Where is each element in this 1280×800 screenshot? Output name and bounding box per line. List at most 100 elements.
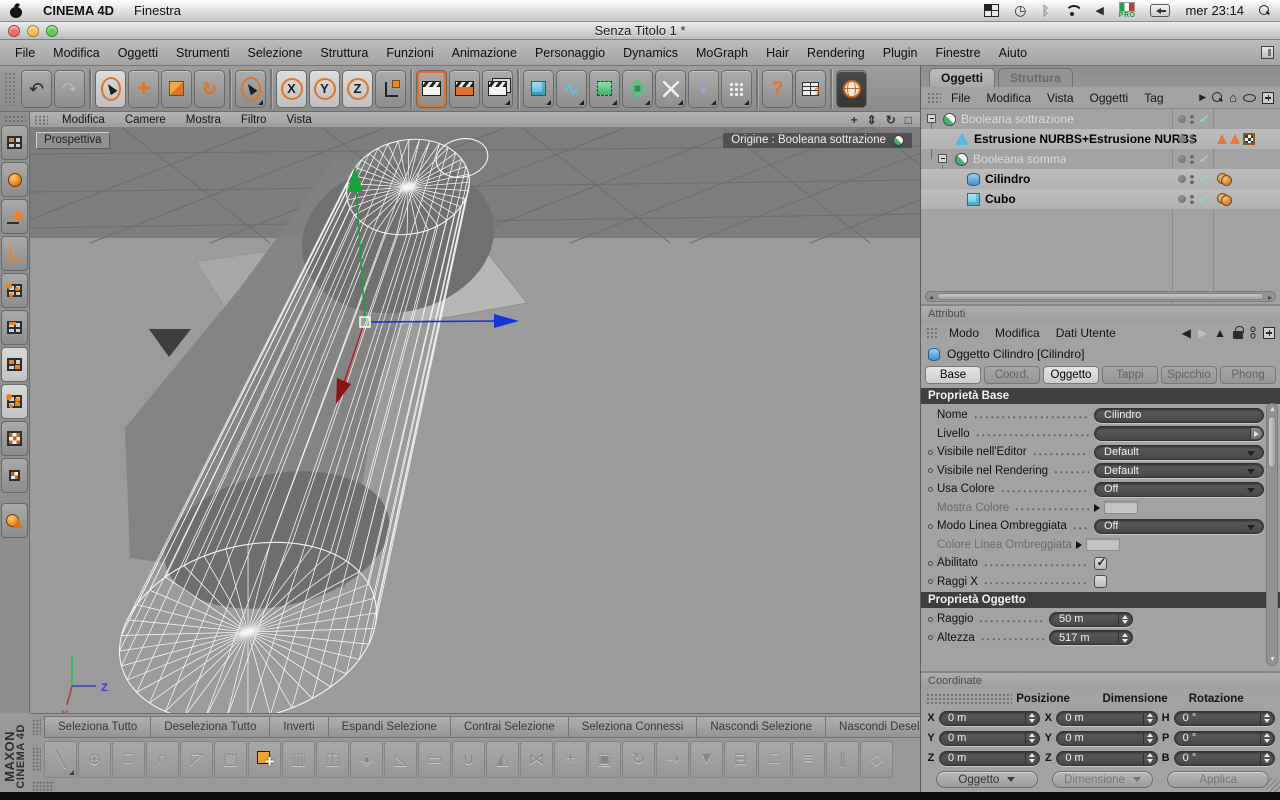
scroll-right-icon[interactable]: ▸ [1268,293,1272,302]
grow-selection-button[interactable]: Espandi Selezione [327,716,451,738]
position-z-input[interactable]: 0 m [939,750,1041,766]
search-icon[interactable] [1212,92,1223,103]
time-machine-icon[interactable]: ◷ [1014,2,1026,19]
viewport-rotate-icon[interactable]: ↻ [886,113,896,127]
nome-input[interactable]: Cilindro [1094,407,1264,423]
tab-oggetti[interactable]: Oggetti [929,68,995,87]
rotation-p-input[interactable]: 0 ° [1173,730,1275,746]
raggi-x-checkbox[interactable] [1094,575,1107,589]
menu-grip[interactable] [926,327,939,338]
hide-unselected-button[interactable]: Nascondi Deselezione [825,716,920,738]
bluetooth-icon[interactable]: ᛒ [1042,3,1050,18]
visibility-dots[interactable] [1190,193,1194,205]
viewport-menu-mostra[interactable]: Mostra [176,114,231,126]
create-polygon-tool-icon[interactable] [248,740,281,778]
add-environment-button[interactable]: ◗ [688,69,719,108]
attr-menu-modifica[interactable]: Modifica [987,326,1048,340]
tab-spicchio[interactable]: Spicchio [1161,366,1217,384]
om-menu-vista[interactable]: Vista [1039,91,1081,105]
split-tool-icon[interactable]: □ [758,740,791,778]
texture-axis-mode-button[interactable] [1,458,28,493]
keyframe-dot[interactable] [928,486,933,492]
phong-tag-icon[interactable] [1217,192,1232,206]
strip-grip[interactable] [32,781,54,791]
dimension-z-input[interactable]: 0 m [1056,750,1158,766]
arch-tool-icon[interactable]: ∩ [146,740,179,778]
om-menu-oggetti[interactable]: Oggetti [1082,91,1137,105]
deselect-all-button[interactable]: Deseleziona Tutto [150,716,271,738]
row-grip[interactable] [32,747,41,771]
viewport-menu-filtro[interactable]: Filtro [231,114,277,126]
add-spline-button[interactable]: ∿ [556,69,587,108]
layer-dot[interactable] [1178,115,1186,123]
scrollbar-thumb[interactable] [1268,416,1276,468]
smoothing-tag-icon[interactable] [1230,134,1240,144]
spinner-arrows-icon[interactable] [1118,613,1131,625]
rotation-b-input[interactable]: 0 ° [1173,750,1275,766]
polygon-mode-button[interactable] [1,347,28,382]
menu-mograph[interactable]: MoGraph [687,46,757,60]
layout-icon[interactable] [1261,46,1274,59]
keyframe-dot[interactable] [928,468,933,474]
help-button[interactable]: ? [762,69,793,108]
object-axis-button[interactable] [1,236,28,271]
menu-selezione[interactable]: Selezione [239,46,312,60]
phong-tag-icon[interactable] [1217,172,1232,186]
tree-row-booleana-somma[interactable]: Booleana somma ✓ [921,149,1280,169]
row-grip[interactable] [32,719,41,735]
home-icon[interactable]: ⌂ [1229,91,1237,104]
menu-aiuto[interactable]: Aiuto [990,46,1037,60]
keyframe-dot[interactable] [928,449,933,455]
volume-icon[interactable]: ◀ [1095,4,1103,17]
spinner-arrows-icon[interactable] [1118,632,1131,644]
keyframe-dot[interactable] [928,579,933,585]
texture-tag-icon[interactable] [1243,133,1255,145]
add-panel-icon[interactable] [1263,326,1275,339]
menu-file[interactable]: File [6,46,44,60]
livello-picker-icon[interactable] [1250,428,1262,440]
live-selection-button[interactable] [95,69,126,108]
render-settings-button[interactable] [482,69,513,108]
add-particles-button[interactable] [721,69,752,108]
livello-input[interactable] [1094,426,1264,442]
dimension-x-input[interactable]: 0 m [1056,710,1158,726]
menu-plugin[interactable]: Plugin [874,46,927,60]
layer-dot[interactable] [1178,135,1186,143]
edge-mode-button[interactable] [1,310,28,345]
smooth-shift-tool-icon[interactable]: ◈ [350,740,383,778]
add-primitive-button[interactable] [523,69,554,108]
render-view-button[interactable] [416,69,447,108]
om-menu-modifica[interactable]: Modifica [978,91,1039,105]
keyframe-dot[interactable] [928,523,933,529]
keyframe-dot[interactable] [928,616,933,622]
model-mode-button[interactable] [1,162,28,197]
xpresso-button[interactable]: ? [795,69,826,108]
selection-tool-button[interactable] [235,69,266,108]
cage-deform-tool-icon[interactable]: ◇ [860,740,893,778]
scene-canvas[interactable]: Z X [30,128,920,713]
knife-tool-icon[interactable]: ◸ [180,740,213,778]
optimize-tool-icon[interactable]: ∥ [826,740,859,778]
toolbar-grip[interactable] [4,71,16,106]
menu-animazione[interactable]: Animazione [443,46,526,60]
tree-row-cilindro[interactable]: Cilindro ✓ [921,169,1280,189]
move-button[interactable]: + [128,69,159,108]
move-component-tool-icon[interactable]: + [554,740,587,778]
apply-button[interactable]: Applica [1167,771,1270,788]
apple-menu-icon[interactable] [10,3,23,19]
select-connected-button[interactable]: Seleziona Connessi [567,716,698,738]
parent-object-icon[interactable]: ▲ [1214,326,1226,340]
scroll-down-icon[interactable]: ▼ [1269,656,1276,663]
point-mode-button[interactable] [1,273,28,308]
attr-menu-modo[interactable]: Modo [941,326,987,340]
menu-modifica[interactable]: Modifica [44,46,109,60]
history-back-icon[interactable]: ◀ [1182,326,1191,340]
lock-y-axis-button[interactable]: Y [309,69,340,108]
kinematics-mode-button[interactable] [1,503,28,538]
menu-overflow-icon[interactable]: ▶ [1199,92,1206,103]
select-all-button[interactable]: Seleziona Tutto [44,716,152,738]
bevel-tool-icon[interactable]: ◺ [384,740,417,778]
keyframe-dot[interactable] [928,635,933,641]
tab-oggetto[interactable]: Oggetto [1043,366,1099,384]
menu-grip[interactable] [926,693,1013,704]
